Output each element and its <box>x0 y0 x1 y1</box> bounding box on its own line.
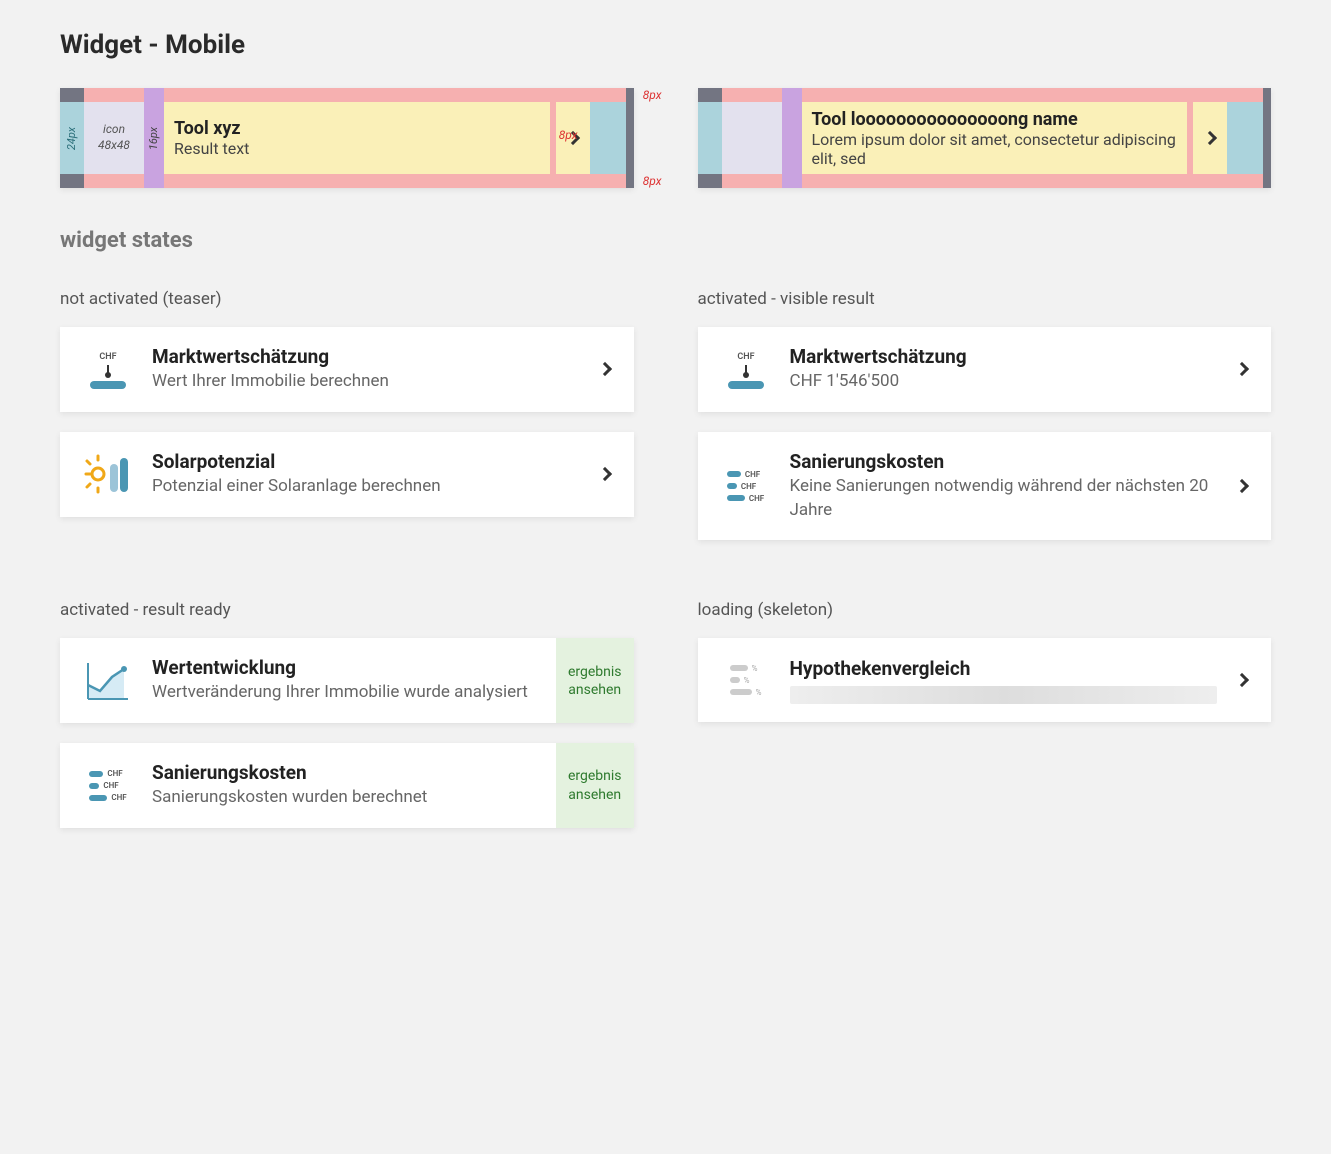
spec-widget-longname: Tool looooooooooooooong name Lorem ipsum… <box>698 88 1272 188</box>
solar-icon <box>84 450 132 498</box>
widget-subtitle: Lorem ipsum dolor sit amet, consectetur … <box>812 130 1178 168</box>
card-subtitle: Potenzial einer Solaranlage berechnen <box>152 475 580 499</box>
svg-text:CHF: CHF <box>737 352 754 362</box>
section-title-states: widget states <box>60 228 1271 253</box>
card-title: Solarpotenzial <box>152 450 580 473</box>
chevron-right-icon <box>1237 481 1247 491</box>
card-title: Sanierungskosten <box>790 450 1218 473</box>
skeleton-bar <box>790 686 1218 704</box>
content-area: Tool xyz Result text <box>164 102 550 174</box>
chart-line-icon <box>84 657 132 705</box>
card-marktwert-result[interactable]: CHF Marktwertschätzung CHF 1'546'500 <box>698 327 1272 412</box>
card-subtitle: Keine Sanierungen notwendig während der … <box>790 475 1218 523</box>
state-label-not-activated: not activated (teaser) <box>60 289 634 309</box>
card-sanierung-ready[interactable]: CHF CHF CHF Sanierungskosten Sanierungsk… <box>60 743 634 828</box>
pct-bars-icon: % % % <box>722 656 770 704</box>
chevron-right-icon[interactable] <box>1193 102 1227 174</box>
chevron-right-icon <box>1237 364 1247 374</box>
svg-text:CHF: CHF <box>99 352 116 362</box>
chf-bars-icon: CHF CHF CHF <box>84 762 132 810</box>
card-subtitle: Wertveränderung Ihrer Immobilie wurde an… <box>152 681 536 705</box>
card-title: Wertentwicklung <box>152 656 536 679</box>
annotation-bottom-right: 8px <box>643 174 662 188</box>
chevron-right-icon <box>600 364 610 374</box>
chevron-right-icon <box>600 469 610 479</box>
widget-title: Tool looooooooooooooong name <box>812 109 1178 130</box>
icon-placeholder: icon 48x48 <box>84 102 144 174</box>
card-wertentwicklung-ready[interactable]: Wertentwicklung Wertveränderung Ihrer Im… <box>60 638 634 723</box>
card-title: Marktwertschätzung <box>790 345 1218 368</box>
gap-label: 16px <box>144 102 164 174</box>
card-title: Sanierungskosten <box>152 761 536 784</box>
card-subtitle: Wert Ihrer Immobilie berechnen <box>152 370 580 394</box>
state-label-loading: loading (skeleton) <box>698 600 1272 620</box>
chf-bars-icon: CHF CHF CHF <box>722 462 770 510</box>
page-title: Widget - Mobile <box>60 30 1271 60</box>
marktwert-icon: CHF <box>722 345 770 393</box>
state-label-activated-visible: activated - visible result <box>698 289 1272 309</box>
card-marktwert-teaser[interactable]: CHF Marktwertschätzung Wert Ihrer Immobi… <box>60 327 634 412</box>
card-subtitle: CHF 1'546'500 <box>790 370 1218 394</box>
annotation-mid-right: 8px <box>559 128 578 142</box>
annotation-top-right: 8px <box>643 88 662 102</box>
card-subtitle: Sanierungskosten wurden berechnet <box>152 786 536 810</box>
padding-left-label: 24px <box>60 102 84 174</box>
result-badge[interactable]: ergebnis ansehen <box>556 743 634 828</box>
widget-title: Tool xyz <box>174 118 540 139</box>
card-hypotheken-loading[interactable]: % % % Hypothekenvergleich <box>698 638 1272 722</box>
chevron-right-icon <box>1237 675 1247 685</box>
marktwert-icon: CHF <box>84 345 132 393</box>
widget-subtitle: Result text <box>174 139 540 158</box>
spec-widget-annotated: 24px icon 48x48 16px Tool xyz Result tex… <box>60 88 634 188</box>
card-title: Marktwertschätzung <box>152 345 580 368</box>
state-label-activated-ready: activated - result ready <box>60 600 634 620</box>
card-sanierung-result[interactable]: CHF CHF CHF Sanierungskosten Keine Sanie… <box>698 432 1272 541</box>
card-title: Hypothekenvergleich <box>790 657 1218 680</box>
card-solar-teaser[interactable]: Solarpotenzial Potenzial einer Solaranla… <box>60 432 634 517</box>
result-badge[interactable]: ergebnis ansehen <box>556 638 634 723</box>
